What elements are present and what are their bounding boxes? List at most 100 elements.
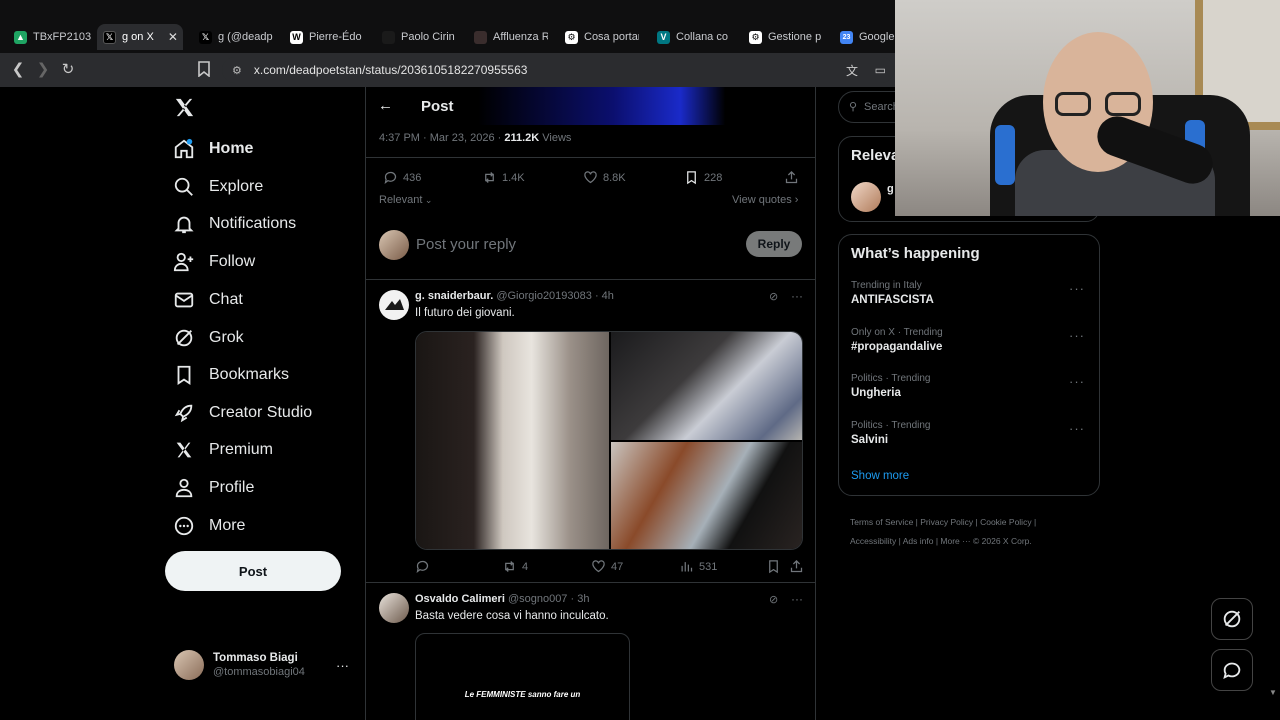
nav-bookmarks[interactable]: Bookmarks (173, 360, 289, 390)
install-app-icon[interactable]: ▭ (875, 63, 886, 77)
share-action[interactable] (784, 170, 799, 185)
bookmark-action[interactable] (766, 559, 781, 574)
like-action[interactable]: 47 (591, 559, 623, 574)
search-input[interactable]: Search (864, 101, 899, 113)
account-switcher[interactable]: Tommaso Biagi @tommasobiagi04 (213, 652, 305, 678)
more-circle-icon (174, 516, 194, 536)
browser-tab[interactable]: W Pierre-Édo (284, 24, 364, 50)
tab-title: Pierre-Édo (309, 31, 362, 43)
author-handle[interactable]: @sogno007 (508, 593, 568, 605)
trend-item[interactable]: Politics · Trending Ungheria (851, 373, 1081, 399)
avatar[interactable] (379, 593, 409, 623)
browser-tab-active[interactable]: 𝕏 g on X ✕ (97, 24, 183, 50)
author-handle[interactable]: @Giorgio20193083 (496, 290, 592, 302)
reply-action[interactable]: 436 (383, 170, 421, 185)
nav-label: Creator Studio (209, 404, 313, 421)
messages-fab-button[interactable] (1211, 649, 1253, 691)
nav-more[interactable]: More (173, 511, 245, 541)
browser-tab[interactable]: ▲ TBxFP2103 (8, 24, 94, 50)
grok-icon (175, 329, 193, 347)
reply-action[interactable] (415, 559, 435, 574)
media-image[interactable] (611, 332, 802, 440)
browser-tab[interactable]: ⚙ Gestione p (743, 24, 823, 50)
browser-tab[interactable]: Affluenza R (468, 24, 548, 50)
bookmark-action[interactable]: 228 (684, 170, 722, 185)
views-action[interactable]: 531 (679, 559, 717, 574)
more-options-icon[interactable]: ··· (791, 592, 803, 606)
address-bar[interactable]: ⚙ x.com/deadpoetstan/status/203610518227… (222, 57, 894, 83)
wikipedia-icon: W (290, 30, 303, 44)
grok-fab-button[interactable] (1211, 598, 1253, 640)
like-action[interactable]: 8.8K (583, 170, 626, 185)
back-arrow-icon[interactable]: ← (378, 97, 393, 114)
nav-creator-studio[interactable]: Creator Studio (173, 398, 312, 428)
footer-link[interactable]: Terms of Service (850, 517, 913, 527)
nav-chat[interactable]: Chat (173, 285, 243, 315)
browser-tab[interactable]: ⚙ Cosa portar (559, 24, 639, 50)
more-options-icon[interactable]: ··· (1069, 328, 1085, 343)
reply-button[interactable]: Reply (746, 231, 802, 257)
trend-item[interactable]: Trending in Italy ANTIFASCISTA (851, 280, 1081, 306)
reply-input[interactable]: Post your reply (416, 236, 516, 253)
more-options-icon[interactable]: ··· (791, 289, 803, 303)
sort-dropdown[interactable]: Relevant ⌄ (379, 194, 432, 206)
trend-item[interactable]: Politics · Trending Salvini (851, 420, 1081, 446)
nav-label: Notifications (209, 215, 297, 232)
footer-link[interactable]: Accessibility (850, 536, 896, 546)
show-more-link[interactable]: Show more (851, 470, 909, 482)
repost-action[interactable]: 4 (502, 559, 528, 574)
share-action[interactable] (789, 559, 804, 574)
avatar[interactable] (851, 182, 881, 212)
grok-icon[interactable]: ⊘ (769, 593, 778, 606)
author-name[interactable]: g. snaiderbaur. (415, 290, 493, 302)
reply-text: Il futuro dei giovani. (415, 307, 515, 319)
author-name[interactable]: Osvaldo Calimeri (415, 593, 505, 605)
nav-profile[interactable]: Profile (173, 473, 254, 503)
nav-grok[interactable]: Grok (173, 323, 244, 353)
media-image[interactable] (611, 442, 802, 549)
repost-icon (485, 172, 494, 183)
more-options-icon[interactable]: ··· (336, 658, 349, 673)
site-settings-icon[interactable]: ⚙ (232, 64, 242, 77)
browser-tab[interactable]: 𝕏 g (@deadp (193, 24, 273, 50)
person-name[interactable]: g (887, 183, 894, 195)
nav-notifications[interactable]: Notifications (173, 209, 296, 239)
nav-premium[interactable]: Premium (173, 435, 273, 465)
media-grid[interactable] (415, 331, 803, 550)
media-image[interactable] (416, 332, 609, 549)
avatar[interactable] (379, 290, 409, 320)
forward-icon[interactable]: ❯ (34, 61, 52, 79)
nav-label: Bookmarks (209, 366, 290, 383)
more-options-icon[interactable]: ··· (1069, 281, 1085, 296)
nav-explore[interactable]: Explore (173, 172, 263, 202)
close-tab-icon[interactable]: ✕ (168, 30, 178, 44)
bookmark-star-icon[interactable] (195, 61, 213, 79)
media-caption: Le FEMMINISTE sanno fare un (464, 690, 581, 699)
footer-link[interactable]: More ··· (940, 536, 970, 546)
post-button[interactable]: Post (165, 551, 341, 591)
more-options-icon[interactable]: ··· (1069, 421, 1085, 436)
nav-follow[interactable]: Follow (173, 247, 255, 277)
browser-tab[interactable]: 23 Google (834, 24, 896, 50)
repost-action[interactable]: 1.4K (482, 170, 525, 185)
translate-icon[interactable]: 文 (846, 62, 858, 79)
browser-tab[interactable]: V Collana co (651, 24, 731, 50)
reload-icon[interactable]: ↻ (59, 61, 77, 79)
footer-link[interactable]: Privacy Policy (920, 517, 973, 527)
more-options-icon[interactable]: ··· (1069, 374, 1085, 389)
x-logo-icon[interactable] (173, 96, 197, 120)
footer-link[interactable]: Ads info (903, 536, 934, 546)
avatar[interactable] (174, 650, 204, 680)
grok-icon[interactable]: ⊘ (769, 290, 778, 303)
bell-icon (174, 216, 194, 234)
footer-link[interactable]: Cookie Policy (980, 517, 1032, 527)
media-image[interactable]: Le FEMMINISTE sanno fare un (415, 633, 630, 720)
nav-home[interactable]: Home (173, 134, 253, 164)
trend-item[interactable]: Only on X · Trending #propagandalive (851, 327, 1081, 353)
scrollbar-arrow[interactable]: ▼ (1269, 688, 1277, 697)
views-count: 531 (699, 560, 718, 573)
reply-icon (384, 171, 397, 184)
view-quotes-link[interactable]: View quotes › (732, 194, 798, 206)
browser-tab[interactable]: Paolo Cirin (376, 24, 456, 50)
back-icon[interactable]: ❮ (9, 61, 27, 79)
